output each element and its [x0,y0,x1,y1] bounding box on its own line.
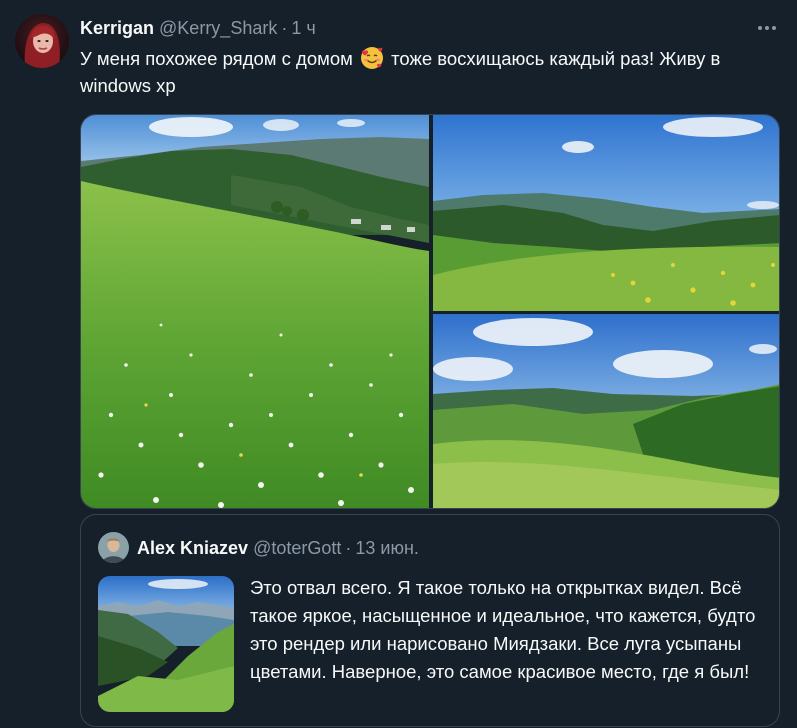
photo-green-hills[interactable] [433,314,779,508]
quoted-author-display-name[interactable]: Alex Kniazev [137,536,248,560]
quoted-tweet-timestamp[interactable]: 13 июн. [355,536,419,560]
media-grid [80,114,780,509]
tweet-timestamp[interactable]: 1 ч [291,17,315,39]
photo-valley-yellow-flowers[interactable] [433,115,779,311]
tweet[interactable]: Kerrigan @Kerry_Shark · 1 ч У меня похож… [0,0,797,728]
author-handle[interactable]: @Kerry_Shark [159,17,277,39]
quoted-photo-mountain-lake[interactable] [98,576,234,712]
separator-dot: · [281,18,288,38]
smiling-face-with-hearts-icon [360,46,384,70]
tweet-text: У меня похожее рядом с домом тоже восхищ… [80,45,780,99]
photo-meadow-daisies[interactable] [81,115,429,508]
quoted-separator-dot: · [345,538,352,558]
more-horizontal-icon [758,26,776,30]
tweet-header: Kerrigan @Kerry_Shark · 1 ч [80,17,316,39]
more-options-button[interactable] [752,18,782,38]
quoted-tweet[interactable]: Alex Kniazev @toterGott · 13 июн. Это от… [80,514,780,727]
author-avatar[interactable] [15,14,69,68]
quoted-author-avatar[interactable] [98,532,129,563]
tweet-text-part-1: У меня похожее рядом с домом [80,48,353,69]
quoted-tweet-header: Alex Kniazev @toterGott · 13 июн. [137,536,419,560]
author-display-name[interactable]: Kerrigan [80,17,154,39]
quoted-author-handle[interactable]: @toterGott [253,536,341,560]
quoted-tweet-text: Это отвал всего. Я такое только на откры… [250,577,756,682]
